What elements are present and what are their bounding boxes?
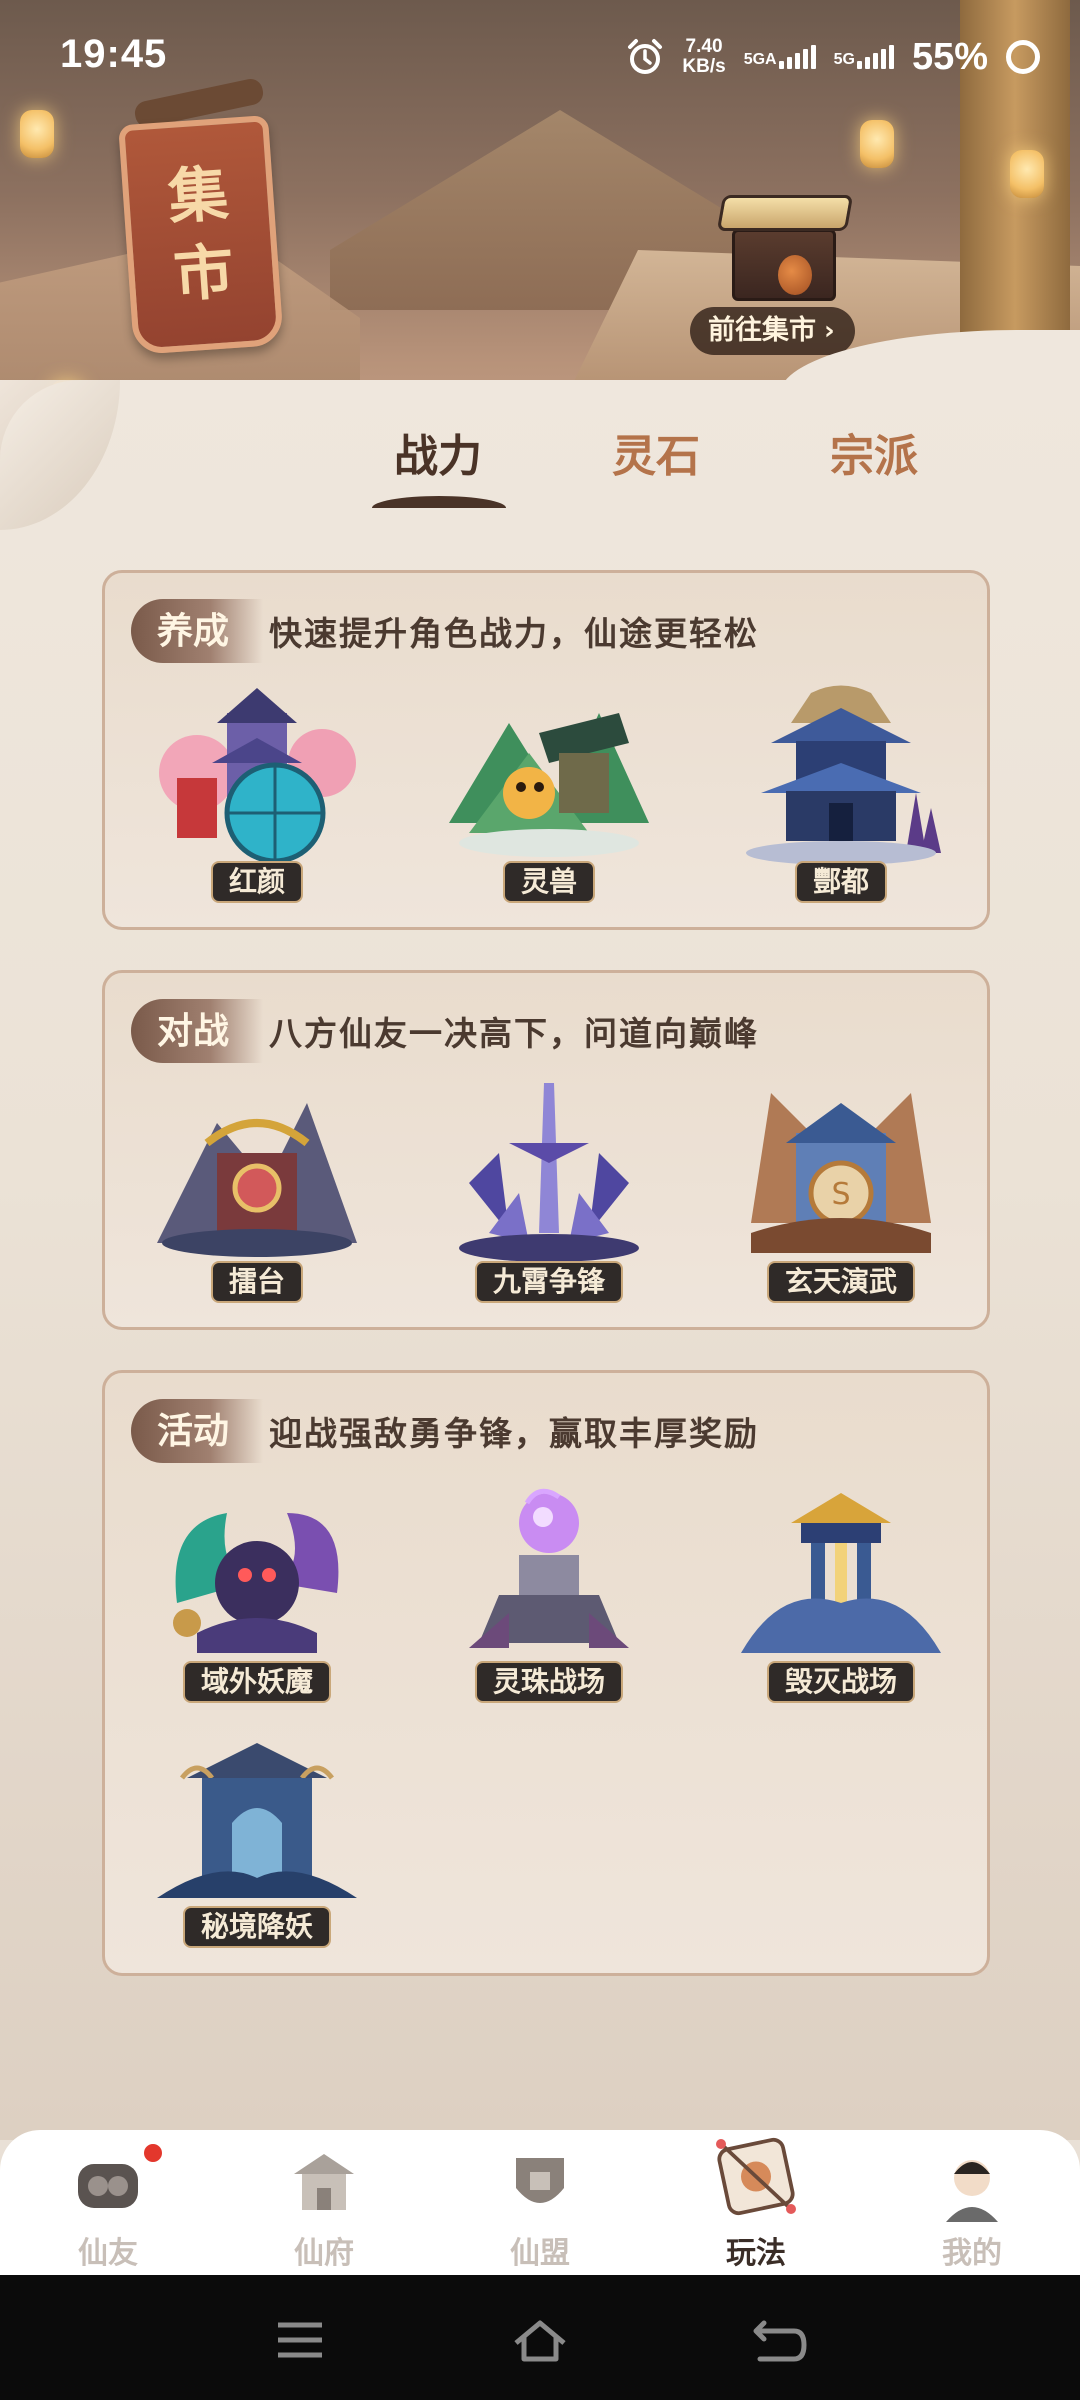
nav-profile[interactable]: 我的 [872,2130,1072,2275]
alliance-icon [516,2158,564,2203]
item-sword-peak[interactable]: 九霄争锋 [439,1083,659,1303]
tab-sect[interactable]: 宗派 [774,420,974,484]
item-fengdu[interactable]: 酆都 [731,683,951,903]
banner-char: 市 [171,236,237,311]
tab-combat-power[interactable]: 战力 [338,420,538,484]
spirit-orb-altar-icon [469,1488,629,1648]
item-beauty[interactable]: 红颜 [147,683,367,903]
item-label: 秘境降妖 [182,1906,332,1948]
item-label: 酆都 [794,861,888,903]
signal-bars-icon [778,45,816,69]
item-outer-demons[interactable]: 域外妖魔 [147,1483,367,1703]
fengdu-palace-icon [746,685,941,865]
section-desc: 快速提升角色战力，仙途更轻松 [269,614,760,653]
item-secret-realm[interactable]: 秘境降妖 [147,1728,367,1948]
lantern-icon [20,110,54,158]
screen: 集 市 前往集市 › 19:45 7.40 KB/s 5GA 5G 55% 战力… [0,0,1080,2400]
arena-icon [157,1103,357,1257]
friends-icon [78,2164,138,2208]
back-icon[interactable] [750,2315,810,2365]
nav-friends[interactable]: 仙友 [8,2130,208,2275]
lantern-icon [860,120,894,168]
tab-spirit-stone[interactable]: 灵石 [556,420,756,484]
item-destruction-battlefield[interactable]: 毁灭战场 [731,1483,951,1703]
section-events: 活动 迎战强敌勇争锋，赢取丰厚奖励 域外妖魔 灵珠战场 毁灭战场 秘境降妖 [102,1370,990,1976]
item-label: 灵兽 [502,861,596,903]
section-battle: 对战 八方仙友一决高下，问道向巅峰 擂台 九霄争锋 S 玄天演武 [102,970,990,1330]
goto-market-label: 前往集市 [708,315,816,346]
market-banner: 集 市 [118,76,284,360]
item-label: 擂台 [210,1261,304,1303]
system-nav-bar [0,2275,1080,2400]
signal-5g: 5G [834,45,894,69]
spirit-beast-icon [449,713,649,857]
item-label: 毁灭战场 [766,1661,916,1703]
home-icon[interactable] [510,2315,570,2365]
status-time: 19:45 [60,32,168,76]
bottom-nav: 仙友 仙府 仙盟 玩法 我的 [0,2130,1080,2275]
battery-ring-icon [1006,40,1040,74]
section-desc: 迎战强敌勇争锋，赢取丰厚奖励 [269,1414,760,1453]
section-desc: 八方仙友一决高下，问道向巅峰 [269,1014,760,1053]
signal-bars-icon [856,45,894,69]
section-cultivation: 养成 快速提升角色战力，仙途更轻松 红颜 灵兽 酆都 [102,570,990,930]
item-label: 玄天演武 [766,1261,916,1303]
tab-active-indicator [372,496,506,508]
goto-market-button[interactable]: 前往集市 › [690,195,880,357]
item-martial-temple[interactable]: S 玄天演武 [731,1083,951,1303]
item-label: 域外妖魔 [182,1661,332,1703]
item-spirit-beast[interactable]: 灵兽 [439,683,659,903]
menu-icon[interactable] [270,2315,330,2365]
signal-5ga: 5GA [744,45,816,69]
network-speed: 7.40 KB/s [682,36,726,77]
section-title: 对战 [131,999,264,1063]
item-label: 灵珠战场 [474,1661,624,1703]
svg-text:S: S [831,1177,850,1212]
section-title: 养成 [131,599,264,663]
battery-level: 55% [911,35,988,78]
sword-peak-icon [459,1083,639,1262]
dragon-demon-icon [173,1513,339,1653]
alarm-icon [626,38,664,76]
item-arena[interactable]: 擂台 [147,1083,367,1303]
nav-mansion[interactable]: 仙府 [224,2130,424,2275]
tab-bar: 战力 灵石 宗派 [0,420,1080,520]
item-label: 九霄争锋 [474,1261,624,1303]
item-label: 红颜 [210,861,304,903]
item-spirit-orb-battlefield[interactable]: 灵珠战场 [439,1483,659,1703]
notification-dot [142,2142,164,2164]
market-stall-icon [716,195,854,305]
nav-gameplay[interactable]: 玩法 [656,2130,856,2275]
section-title: 活动 [131,1399,264,1463]
lantern-icon [1010,150,1044,198]
gameplay-icon [716,2137,796,2216]
martial-temple-icon: S [751,1093,931,1253]
secret-realm-gate-icon [157,1743,357,1898]
beauty-pavilion-icon [159,688,356,864]
status-bar: 19:45 7.40 KB/s 5GA 5G 55% [0,0,1080,110]
banner-char: 集 [165,159,231,234]
nav-alliance[interactable]: 仙盟 [440,2130,640,2275]
profile-icon [946,2160,998,2222]
chevron-right-icon: › [824,316,835,346]
destruction-gate-icon [741,1493,941,1653]
mansion-icon [294,2154,354,2210]
